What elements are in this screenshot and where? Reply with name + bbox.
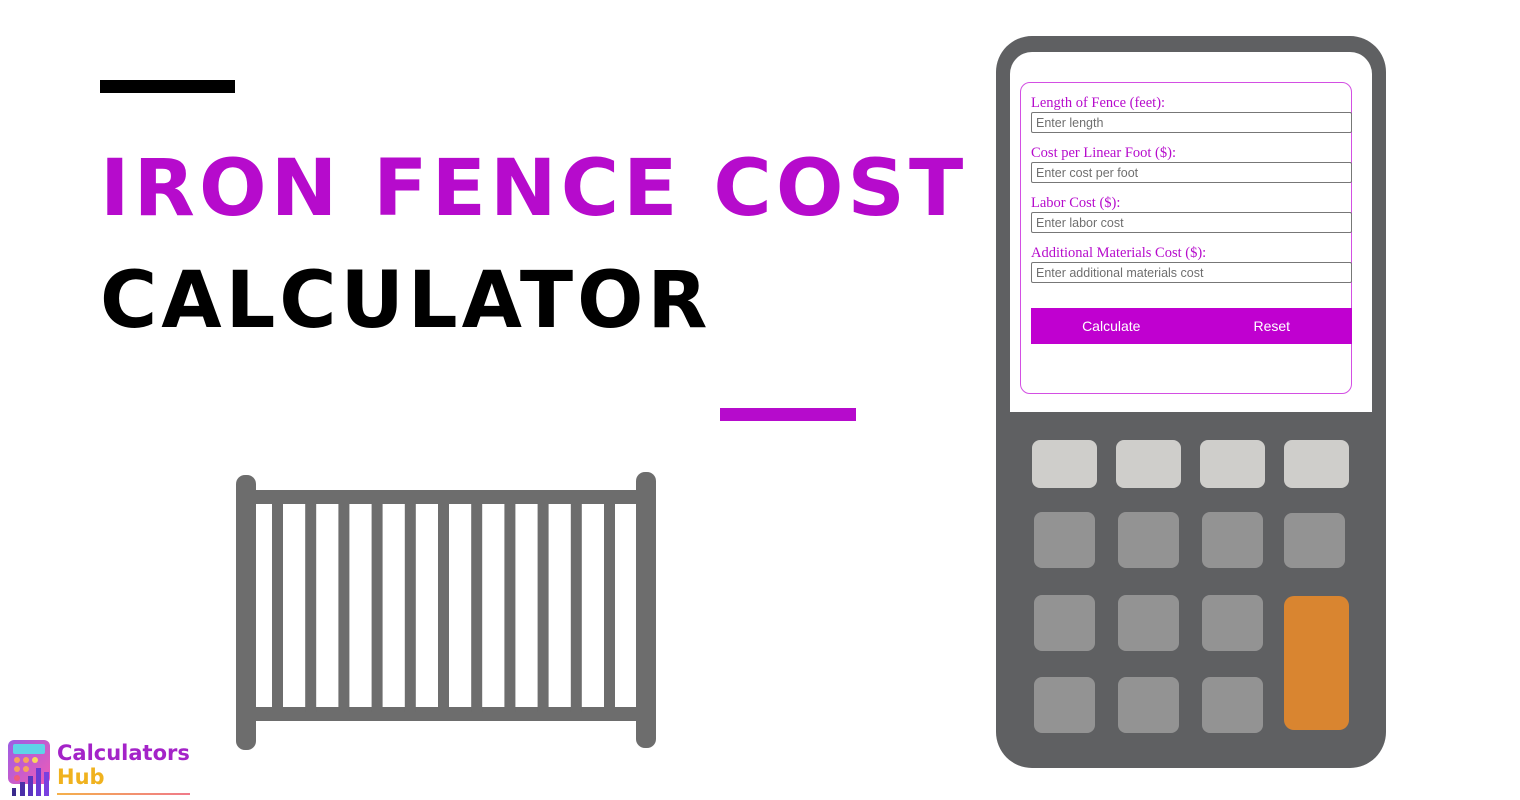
keypad-key	[1284, 513, 1345, 568]
labor-cost-label: Labor Cost ($):	[1031, 195, 1121, 211]
fence-picket	[471, 500, 483, 712]
fence-cost-form: Length of Fence (feet): Cost per Linear …	[1020, 82, 1352, 394]
fence-post-right	[636, 472, 656, 748]
keypad-key	[1034, 595, 1095, 651]
fence-picket	[438, 500, 449, 712]
fence-picket	[305, 500, 317, 712]
keypad-key-equals	[1284, 596, 1349, 730]
keypad-key	[1034, 512, 1095, 568]
calculate-button[interactable]: Calculate	[1031, 308, 1192, 344]
decorative-bar-black	[100, 80, 235, 93]
page-title-line2: CALCULATOR	[100, 256, 712, 346]
iron-fence-icon	[236, 472, 656, 750]
keypad-key	[1118, 512, 1179, 568]
fence-picket	[371, 500, 383, 712]
keypad-key	[1202, 512, 1263, 568]
logo-text-hub: Hub	[57, 765, 105, 789]
keypad-key	[1118, 677, 1179, 733]
keypad-key	[1202, 677, 1263, 733]
logo-text-calculators: Calculators	[57, 741, 190, 765]
fence-picket	[272, 500, 283, 712]
keypad-key	[1202, 595, 1263, 651]
field-length: Length of Fence (feet):	[1031, 95, 1352, 133]
field-labor-cost: Labor Cost ($):	[1031, 195, 1352, 233]
fence-picket	[570, 500, 582, 712]
fence-post-left	[236, 475, 256, 750]
calculator-device: Length of Fence (feet): Cost per Linear …	[996, 36, 1386, 768]
keypad-key	[1200, 440, 1265, 488]
reset-button[interactable]: Reset	[1192, 308, 1353, 344]
button-row: Calculate Reset	[1031, 308, 1352, 344]
fence-picket	[604, 500, 615, 712]
keypad-key	[1034, 677, 1095, 733]
page-title-line1: IRON FENCE COST	[100, 144, 968, 234]
calculators-hub-logo: Calculators Hub	[6, 738, 196, 800]
keypad-key	[1118, 595, 1179, 651]
keypad-key	[1284, 440, 1349, 488]
calculator-screen: Length of Fence (feet): Cost per Linear …	[1010, 52, 1372, 412]
cost-per-foot-input[interactable]	[1031, 162, 1352, 183]
fence-picket	[504, 500, 516, 712]
field-additional-materials: Additional Materials Cost ($):	[1031, 245, 1352, 283]
additional-materials-input[interactable]	[1031, 262, 1352, 283]
labor-cost-input[interactable]	[1031, 212, 1352, 233]
field-cost-per-foot: Cost per Linear Foot ($):	[1031, 145, 1352, 183]
length-input[interactable]	[1031, 112, 1352, 133]
fence-picket	[404, 500, 416, 712]
length-label: Length of Fence (feet):	[1031, 95, 1166, 111]
keypad-key	[1032, 440, 1097, 488]
decorative-bar-purple	[720, 408, 856, 421]
keypad-key	[1116, 440, 1181, 488]
fence-picket	[537, 500, 549, 712]
cost-per-foot-label: Cost per Linear Foot ($):	[1031, 145, 1176, 161]
calculator-chart-icon	[8, 740, 50, 796]
fence-picket	[338, 500, 350, 712]
additional-materials-label: Additional Materials Cost ($):	[1031, 245, 1207, 261]
logo-underline	[57, 793, 190, 795]
